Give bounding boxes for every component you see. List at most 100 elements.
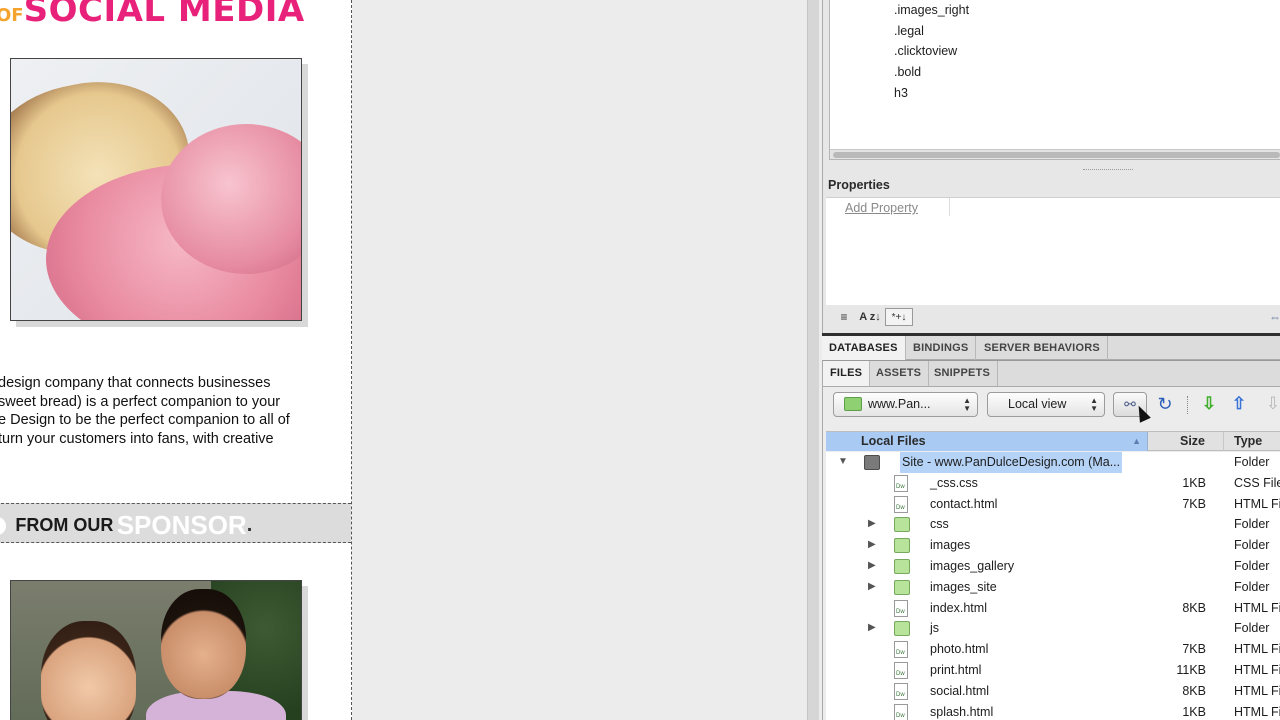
file-name: index.html: [930, 600, 987, 615]
sweet-bread-photo[interactable]: [10, 58, 302, 321]
column-header-type[interactable]: Type: [1224, 432, 1280, 451]
file-row[interactable]: index.html 8KB HTML Fi: [826, 598, 1280, 619]
tab-assets[interactable]: ASSETS: [869, 361, 930, 386]
disclosure-collapsed-icon[interactable]: ▶: [868, 514, 880, 535]
folder-row[interactable]: ▶ images_gallery Folder: [826, 556, 1280, 577]
toolbar-separator: [1187, 396, 1188, 414]
disclosure-collapsed-icon[interactable]: ▶: [868, 535, 880, 556]
css-rule-item[interactable]: .clicktoview: [894, 41, 969, 62]
sponsor-dot: .: [246, 514, 253, 536]
file-type: Folder: [1234, 538, 1270, 553]
disclosure-collapsed-icon[interactable]: ▶: [868, 556, 880, 577]
file-size: 7KB: [1182, 496, 1206, 511]
files-panel: FILES ASSETS SNIPPETS www.Pan... ▲ ▼ Loca…: [822, 360, 1280, 720]
file-type: CSS File: [1234, 475, 1280, 490]
file-type: HTML Fi: [1234, 642, 1280, 657]
site-root-row[interactable]: ▼ Site - www.PanDulceDesign.com (Ma... Fol…: [826, 452, 1280, 473]
show-set-properties-icon[interactable]: *+↓: [885, 308, 913, 326]
file-size: 7KB: [1182, 642, 1206, 657]
disclosure-collapsed-icon[interactable]: ▶: [868, 577, 880, 598]
file-name: contact.html: [930, 496, 998, 511]
folder-row[interactable]: ▶ images Folder: [826, 535, 1280, 556]
design-view[interactable]: OFSOCIAL MEDIA design company that conne…: [0, 0, 352, 720]
mouse-cursor-icon: [1133, 403, 1151, 423]
panel-splitter[interactable]: [807, 0, 819, 720]
folder-icon: [894, 579, 910, 595]
brand-heading: OFSOCIAL MEDIA: [0, 0, 305, 30]
file-size: 11KB: [1176, 663, 1206, 677]
check-out-button[interactable]: ⇩: [1263, 393, 1280, 415]
view-select[interactable]: Local view ▲ ▼: [987, 392, 1105, 417]
folder-row[interactable]: ▶ images_site Folder: [826, 577, 1280, 598]
intro-paragraph[interactable]: design company that connects businesses …: [0, 374, 338, 448]
file-row[interactable]: social.html 8KB HTML Fi: [826, 681, 1280, 702]
file-name: photo.html: [930, 642, 989, 657]
column-header-local-files[interactable]: Local Files ▲: [826, 432, 1148, 451]
category-view-icon[interactable]: ≡: [833, 308, 855, 326]
site-select-value: www.Pan...: [868, 397, 931, 411]
tab-server-behaviors[interactable]: SERVER BEHAVIORS: [977, 336, 1108, 360]
file-name: images_site: [930, 579, 997, 594]
file-row[interactable]: photo.html 7KB HTML Fi: [826, 639, 1280, 660]
file-size: 1KB: [1182, 475, 1206, 490]
tab-files[interactable]: FILES: [823, 361, 871, 386]
refresh-icon: ↻: [1157, 394, 1173, 414]
intro-line: turn your customers into fans, with crea…: [0, 430, 274, 447]
intro-line: sweet bread) is a perfect companion to y…: [0, 393, 281, 410]
view-select-value: Local view: [1008, 397, 1067, 411]
css-rules-list[interactable]: .images_right .legal .clicktoview .bold …: [829, 0, 1280, 160]
css-rule-item[interactable]: h3: [894, 83, 969, 104]
folder-row[interactable]: ▶ js Folder: [826, 618, 1280, 639]
put-files-button[interactable]: ⇧: [1229, 393, 1249, 415]
attach-stylesheet-icon[interactable]: ⇔: [1269, 308, 1280, 326]
horizontal-scrollbar[interactable]: [830, 149, 1280, 159]
tab-snippets[interactable]: SNIPPETS: [927, 361, 999, 386]
file-tree[interactable]: ▼ Site - www.PanDulceDesign.com (Ma... Fol…: [826, 452, 1280, 720]
file-name: Site - www.PanDulceDesign.com (Ma...: [900, 452, 1123, 473]
file-row[interactable]: _css.css 1KB CSS File: [826, 473, 1280, 494]
man-shape: [161, 589, 246, 699]
column-label: Local Files: [861, 434, 926, 448]
intro-line: e Design to be the perfect companion to …: [0, 412, 290, 428]
tab-databases[interactable]: DATABASES: [822, 336, 906, 360]
scrollbar-thumb[interactable]: [833, 152, 1280, 158]
css-rule-item[interactable]: .bold: [894, 62, 969, 83]
add-property-link[interactable]: Add Property: [845, 201, 918, 215]
site-select[interactable]: www.Pan... ▲ ▼: [833, 392, 978, 417]
site-icon: [864, 455, 880, 470]
file-type: HTML Fi: [1234, 683, 1280, 698]
column-header-size[interactable]: Size: [1148, 432, 1224, 451]
refresh-button[interactable]: ↻: [1155, 394, 1175, 414]
file-row[interactable]: splash.html 1KB HTML Fi: [826, 702, 1280, 720]
put-up-arrow-icon: ⇧: [1231, 394, 1247, 413]
file-type: Folder: [1234, 621, 1270, 636]
file-type: HTML Fi: [1234, 663, 1280, 677]
woman-shape: [41, 621, 136, 720]
css-rule-item[interactable]: .legal: [894, 21, 969, 42]
disclosure-collapsed-icon[interactable]: ▶: [868, 618, 880, 639]
pane-resize-grip[interactable]: [1083, 169, 1133, 172]
file-type: HTML Fi: [1234, 496, 1280, 511]
file-row[interactable]: print.html 11KB HTML Fi: [826, 660, 1280, 681]
file-name: images: [930, 538, 971, 553]
properties-toolbar: ≡ A z↓ *+↓ ⇔: [823, 305, 1280, 329]
folder-row[interactable]: ▶ css Folder: [826, 514, 1280, 535]
get-files-button[interactable]: ⇩: [1199, 393, 1219, 415]
file-icon: [894, 641, 908, 659]
file-name: js: [930, 621, 940, 636]
alphabetical-view-icon[interactable]: A z↓: [857, 308, 883, 326]
brand-title: SOCIAL MEDIA: [23, 0, 305, 30]
css-rule-item[interactable]: .images_right: [894, 0, 969, 21]
tab-bindings[interactable]: BINDINGS: [906, 336, 977, 360]
get-down-arrow-icon: ⇩: [1201, 394, 1217, 413]
properties-title: Properties: [828, 178, 890, 192]
css-styles-panel: .images_right .legal .clicktoview .bold …: [822, 0, 1280, 335]
select-arrows-icon: ▲ ▼: [963, 396, 971, 413]
file-row[interactable]: contact.html 7KB HTML Fi: [826, 494, 1280, 515]
file-icon: [894, 599, 908, 617]
bullet-circle-icon: [0, 516, 6, 535]
sponsor-couple-photo[interactable]: [10, 580, 302, 720]
folder-icon: [894, 538, 910, 554]
disclosure-expanded-icon[interactable]: ▼: [838, 452, 850, 473]
file-type: HTML Fi: [1234, 704, 1280, 719]
